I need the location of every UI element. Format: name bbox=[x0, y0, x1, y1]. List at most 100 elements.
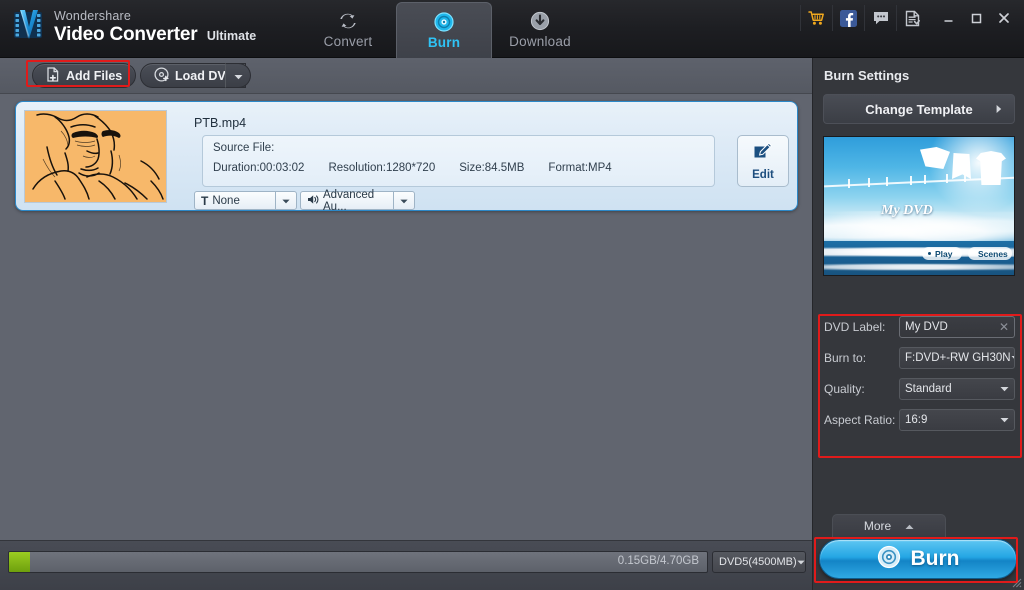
burn-disc-icon bbox=[877, 545, 901, 574]
minimize-button[interactable] bbox=[934, 5, 962, 31]
quality-value: Standard bbox=[905, 383, 952, 395]
aspect-ratio-select[interactable]: 16:9 bbox=[899, 409, 1015, 431]
burn-settings-form: DVD Label: My DVD ✕ Burn to: F:DVD+-RW G… bbox=[819, 316, 1023, 456]
add-files-button[interactable]: Add Files bbox=[32, 63, 137, 88]
edit-label: Edit bbox=[752, 169, 774, 181]
chevron-down-icon bbox=[1000, 414, 1009, 426]
clear-icon[interactable]: ✕ bbox=[999, 320, 1009, 334]
disc-type-value: DVD5(4500MB) bbox=[719, 556, 797, 568]
file-name-label: PTB.mp4 bbox=[194, 116, 247, 130]
burn-to-select[interactable]: F:DVD+-RW GH30N bbox=[899, 347, 1015, 369]
file-resolution: Resolution:1280*720 bbox=[328, 162, 436, 174]
more-label: More bbox=[863, 519, 892, 533]
maximize-button[interactable] bbox=[962, 5, 990, 31]
main-nav-tabs: Convert Burn Download bbox=[300, 0, 588, 58]
burn-label: Burn bbox=[910, 547, 960, 570]
chevron-down-icon bbox=[400, 195, 408, 207]
burn-button[interactable]: Burn bbox=[819, 539, 1017, 579]
cart-icon[interactable] bbox=[800, 5, 832, 31]
bottom-status-bar: 0.15GB/4.70GB DVD5(4500MB) bbox=[0, 540, 812, 590]
burn-disc-icon bbox=[433, 11, 455, 33]
setting-row-burn-to: Burn to: F:DVD+-RW GH30N bbox=[819, 347, 1023, 369]
quality-label: Quality: bbox=[824, 382, 865, 396]
burn-settings-sidebar: Burn Settings Change Template My DVD Pla… bbox=[812, 58, 1024, 590]
edit-pencil-icon bbox=[752, 141, 774, 168]
title-bar: Wondershare Video Converter Ultimate Con… bbox=[0, 0, 1024, 58]
dvd-label-value: My DVD bbox=[905, 321, 948, 333]
tab-burn[interactable]: Burn bbox=[396, 2, 492, 58]
file-list-area: PTB.mp4 Source File: Duration:00:03:02 R… bbox=[0, 94, 812, 540]
file-info-box: Source File: Duration:00:03:02 Resolutio… bbox=[202, 135, 715, 187]
clothes-peg bbox=[868, 178, 870, 187]
aspect-ratio-value: 16:9 bbox=[905, 414, 928, 426]
tab-download[interactable]: Download bbox=[492, 0, 588, 58]
file-meta-row: Duration:00:03:02 Resolution:1280*720 Si… bbox=[213, 162, 612, 174]
disc-capacity-fill bbox=[9, 552, 30, 572]
chevron-down-icon bbox=[1000, 383, 1009, 395]
edit-button[interactable]: Edit bbox=[737, 135, 789, 187]
audio-dropdown-button[interactable] bbox=[393, 191, 415, 210]
application-window: Wondershare Video Converter Ultimate Con… bbox=[0, 0, 1024, 590]
clothes-peg bbox=[910, 176, 912, 185]
subtitle-dropdown-button[interactable] bbox=[275, 191, 297, 210]
dvd-menu-preview[interactable]: My DVD Play Scenes bbox=[823, 136, 1015, 276]
dvd-menu-title: My DVD bbox=[881, 203, 933, 218]
wondershare-v-logo-icon bbox=[12, 6, 46, 46]
preview-play-label: Play bbox=[935, 248, 953, 259]
app-logo: Wondershare Video Converter Ultimate bbox=[12, 6, 256, 46]
quality-select[interactable]: Standard bbox=[899, 378, 1015, 400]
chevron-down-icon bbox=[797, 556, 805, 568]
dvd-label-input[interactable]: My DVD ✕ bbox=[899, 316, 1015, 338]
resize-grip[interactable] bbox=[1009, 575, 1022, 588]
tab-burn-label: Burn bbox=[427, 35, 461, 50]
chevron-down-icon bbox=[234, 67, 243, 85]
load-dvd-dropdown-button[interactable] bbox=[225, 63, 251, 88]
subtitle-value: None bbox=[212, 194, 240, 207]
burn-to-label: Burn to: bbox=[824, 351, 867, 365]
subtitle-select[interactable]: T None bbox=[194, 191, 276, 210]
close-button[interactable] bbox=[990, 5, 1018, 31]
preview-scenes-button[interactable]: Scenes bbox=[968, 247, 1012, 260]
preview-play-button[interactable]: Play bbox=[922, 247, 962, 260]
aspect-ratio-label: Aspect Ratio: bbox=[824, 413, 896, 427]
dvd-label-label: DVD Label: bbox=[824, 320, 886, 334]
register-icon[interactable] bbox=[896, 5, 928, 31]
convert-refresh-icon bbox=[337, 10, 359, 32]
disc-capacity-bar: 0.15GB/4.70GB bbox=[8, 551, 708, 573]
change-template-button[interactable]: Change Template bbox=[823, 94, 1015, 124]
download-arrow-icon bbox=[529, 10, 551, 32]
clothes-peg bbox=[848, 179, 850, 188]
tab-convert-label: Convert bbox=[323, 33, 373, 49]
change-template-label: Change Template bbox=[865, 101, 973, 117]
file-item-card[interactable]: PTB.mp4 Source File: Duration:00:03:02 R… bbox=[15, 101, 798, 213]
sidebar-title: Burn Settings bbox=[824, 68, 910, 83]
speaker-icon bbox=[307, 194, 319, 208]
chevron-down-icon bbox=[282, 195, 290, 207]
brand-top: Wondershare bbox=[54, 9, 132, 24]
file-format: Format:MP4 bbox=[548, 162, 612, 174]
disc-capacity-text: 0.15GB/4.70GB bbox=[617, 555, 699, 567]
file-toolbar: Add Files Load DVD bbox=[0, 58, 812, 94]
setting-row-aspect-ratio: Aspect Ratio: 16:9 bbox=[819, 409, 1023, 431]
chat-icon[interactable] bbox=[864, 5, 896, 31]
clothes-peg bbox=[924, 175, 926, 184]
facebook-icon[interactable] bbox=[832, 5, 864, 31]
dvd-disc-icon bbox=[154, 66, 169, 85]
clothes-peg bbox=[886, 177, 888, 186]
disc-type-select[interactable]: DVD5(4500MB) bbox=[712, 551, 806, 573]
add-files-label: Add Files bbox=[66, 68, 123, 83]
video-thumbnail bbox=[24, 110, 167, 203]
chevron-right-icon bbox=[996, 102, 1002, 117]
burn-to-value: F:DVD+-RW GH30N bbox=[905, 352, 1011, 364]
subtitle-t-icon: T bbox=[201, 193, 209, 208]
setting-row-quality: Quality: Standard bbox=[819, 378, 1023, 400]
setting-row-dvd-label: DVD Label: My DVD ✕ bbox=[819, 316, 1023, 338]
tab-convert[interactable]: Convert bbox=[300, 0, 396, 58]
file-size: Size:84.5MB bbox=[459, 162, 525, 174]
brand-main: Video Converter bbox=[54, 23, 198, 45]
more-button[interactable]: More bbox=[832, 514, 946, 537]
add-file-icon bbox=[46, 66, 60, 85]
brand-edition: Ultimate bbox=[206, 28, 257, 43]
utility-icon-bar bbox=[800, 3, 1018, 33]
audio-select[interactable]: Advanced Au... bbox=[300, 189, 394, 213]
